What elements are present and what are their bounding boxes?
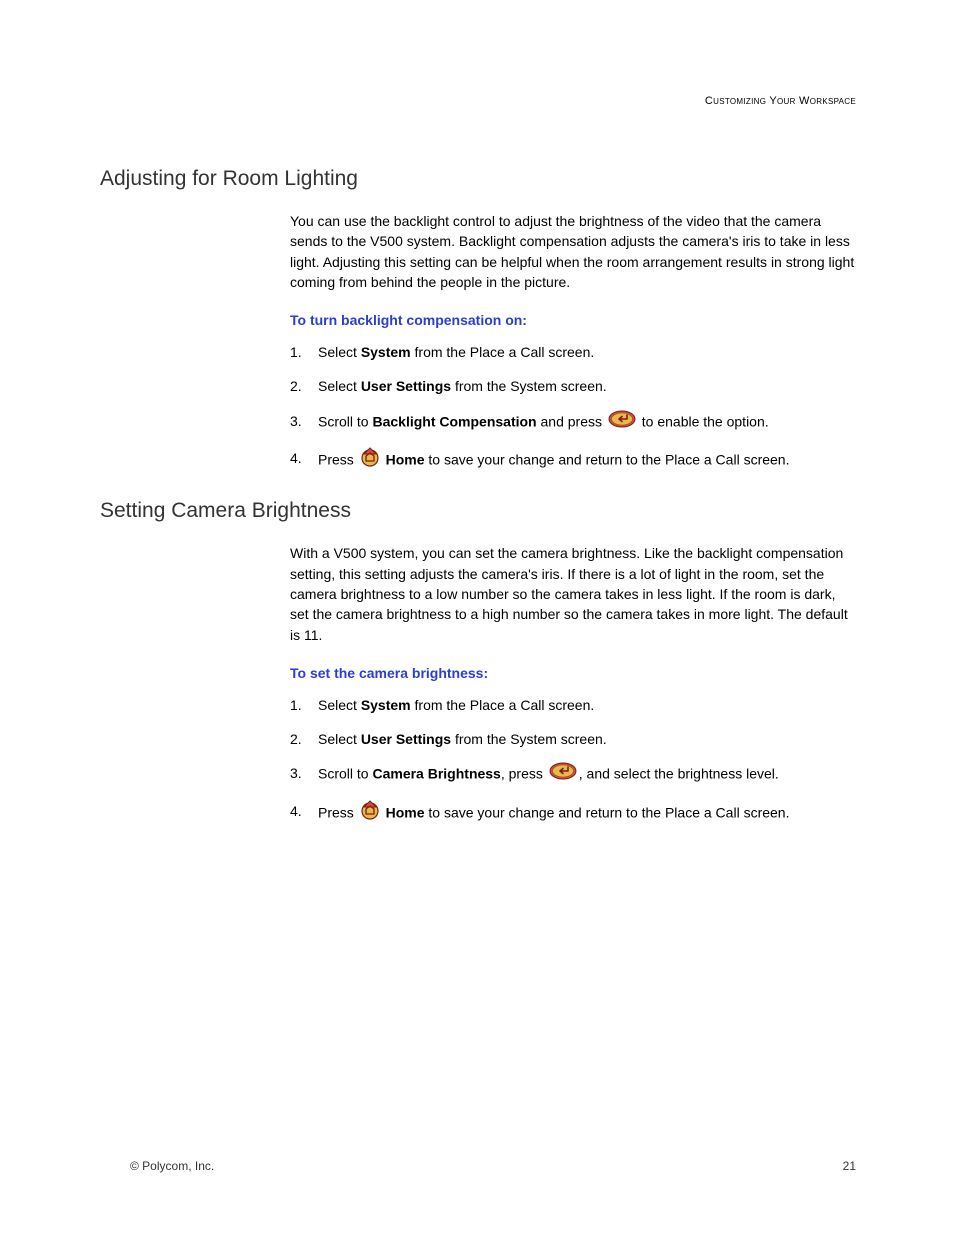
step-bold: Backlight Compensation — [372, 413, 536, 429]
step-text: Select — [318, 378, 361, 394]
heading-setting-camera-brightness: Setting Camera Brightness — [100, 499, 856, 523]
step-bold: Home — [386, 451, 425, 467]
procedure-list: Select System from the Place a Call scre… — [290, 342, 856, 473]
step-text: , press — [501, 766, 547, 782]
step-item: Press Home to save your change and retur… — [290, 801, 856, 826]
step-item: Scroll to Backlight Compensation and pre… — [290, 411, 856, 434]
procedure-heading: To set the camera brightness: — [290, 665, 856, 681]
step-text: from the System screen. — [451, 378, 607, 394]
step-bold: User Settings — [361, 378, 451, 394]
step-item: Select User Settings from the System scr… — [290, 376, 856, 396]
step-bold: Home — [386, 804, 425, 820]
step-text: Scroll to — [318, 413, 372, 429]
step-item: Select System from the Place a Call scre… — [290, 695, 856, 715]
step-item: Select User Settings from the System scr… — [290, 729, 856, 749]
step-text: to enable the option. — [638, 413, 769, 429]
page-number: 21 — [843, 1159, 856, 1173]
intro-paragraph: You can use the backlight control to adj… — [290, 211, 856, 292]
step-item: Press Home to save your change and retur… — [290, 448, 856, 473]
enter-icon — [549, 762, 577, 785]
step-text: from the Place a Call screen. — [411, 344, 595, 360]
home-icon — [360, 800, 380, 825]
step-text: Select — [318, 344, 361, 360]
step-text: and press — [537, 413, 606, 429]
step-text: , and select the brightness level. — [579, 766, 779, 782]
enter-icon — [608, 410, 636, 433]
procedure-list: Select System from the Place a Call scre… — [290, 695, 856, 826]
step-text: from the System screen. — [451, 731, 607, 747]
step-text: Select — [318, 731, 361, 747]
step-bold: Camera Brightness — [372, 766, 500, 782]
step-text: to save your change and return to the Pl… — [424, 451, 789, 467]
step-text: to save your change and return to the Pl… — [424, 804, 789, 820]
step-bold: System — [361, 344, 411, 360]
home-icon — [360, 447, 380, 472]
step-text: Select — [318, 697, 361, 713]
procedure-heading: To turn backlight compensation on: — [290, 312, 856, 328]
intro-paragraph: With a V500 system, you can set the came… — [290, 543, 856, 644]
heading-adjusting-room-lighting: Adjusting for Room Lighting — [100, 167, 856, 191]
step-item: Scroll to Camera Brightness, press , and… — [290, 763, 856, 786]
step-item: Select System from the Place a Call scre… — [290, 342, 856, 362]
step-text: Press — [318, 451, 358, 467]
step-bold: User Settings — [361, 731, 451, 747]
copyright-text: © Polycom, Inc. — [130, 1159, 214, 1173]
step-bold: System — [361, 697, 411, 713]
step-text: from the Place a Call screen. — [411, 697, 595, 713]
step-text: Scroll to — [318, 766, 372, 782]
step-text: Press — [318, 804, 358, 820]
running-header: Customizing Your Workspace — [100, 95, 856, 107]
